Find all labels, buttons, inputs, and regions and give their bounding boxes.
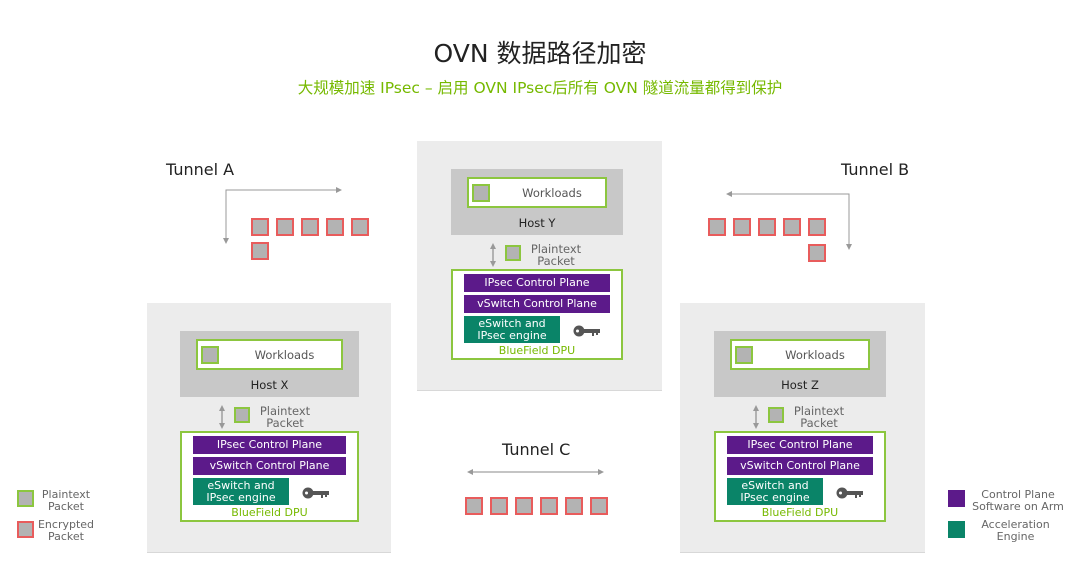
legend-control-plane-label: Control Plane Software on Arm (972, 488, 1064, 513)
tunnel-c-encrypted-packet (565, 497, 583, 515)
tunnel-b-encrypted-packet (708, 218, 726, 236)
legend-plaintext-label: Plaintext Packet (41, 488, 91, 513)
tunnel-c-encrypted-packet (590, 497, 608, 515)
tunnel-c-encrypted-packet (515, 497, 533, 515)
tunnel-a-encrypted-packet (276, 218, 294, 236)
tunnel-a-label: Tunnel A (166, 160, 235, 179)
tunnel-c-encrypted-packet (465, 497, 483, 515)
tunnel-b-encrypted-packet (758, 218, 776, 236)
tunnel-a-encrypted-packet (326, 218, 344, 236)
tunnel-b-encrypted-packet (808, 218, 826, 236)
tunnel-a-encrypted-packet (351, 218, 369, 236)
tunnel-b-encrypted-packet (783, 218, 801, 236)
tunnel-c-encrypted-packet (490, 497, 508, 515)
tunnel-a-encrypted-packet (251, 242, 269, 260)
legend-encrypted-swatch (17, 521, 34, 538)
legend-control-plane-swatch (948, 490, 965, 507)
tunnel-arrows (219, 187, 852, 475)
legend-acceleration-swatch (948, 521, 965, 538)
tunnel-b-encrypted-packet (733, 218, 751, 236)
tunnel-b-label: Tunnel B (841, 160, 910, 179)
tunnel-a-encrypted-packet (301, 218, 319, 236)
legend-encrypted-label: Encrypted Packet (37, 518, 95, 543)
legend-plaintext-swatch (17, 490, 34, 507)
tunnel-a-encrypted-packet (251, 218, 269, 236)
tunnel-c-label: Tunnel C (502, 440, 571, 459)
tunnel-c-encrypted-packet (540, 497, 558, 515)
tunnel-b-encrypted-packet (808, 244, 826, 262)
legend-acceleration-label: Acceleration Engine (981, 518, 1050, 543)
